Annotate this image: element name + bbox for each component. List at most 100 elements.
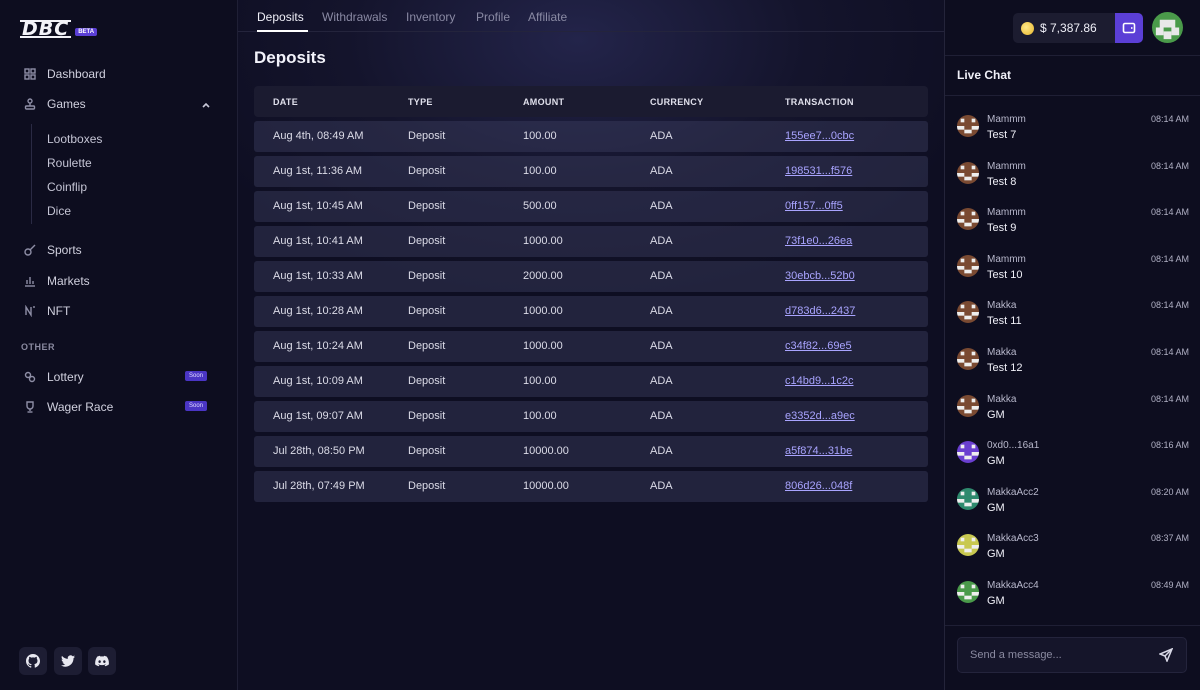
- github-button[interactable]: [19, 647, 47, 675]
- chart-icon: [24, 275, 36, 287]
- chat-message: Mammm 08:14 AM Test 10: [957, 254, 1189, 294]
- transaction-link[interactable]: 198531...f576: [785, 165, 852, 177]
- tab-affiliate[interactable]: Affiliate: [528, 10, 567, 24]
- chat-avatar[interactable]: [957, 581, 979, 603]
- sidebar-item-lottery[interactable]: Lottery: [24, 367, 84, 387]
- chat-username: Mammm: [987, 253, 1026, 265]
- user-avatar[interactable]: [1152, 12, 1183, 43]
- chat-message-input[interactable]: [957, 637, 1187, 673]
- cell-date: Aug 4th, 08:49 AM: [273, 130, 364, 142]
- transaction-link[interactable]: 806d26...048f: [785, 480, 852, 492]
- cell-type: Deposit: [408, 200, 446, 212]
- active-tab-indicator: [257, 30, 308, 32]
- sidebar: DBC BETA Dashboard Games Lootboxes Roule…: [0, 0, 238, 690]
- cell-type: Deposit: [408, 410, 446, 422]
- chat-text: Test 10: [987, 268, 1023, 281]
- chat-text: Test 7: [987, 129, 1017, 141]
- chat-text: Test 12: [987, 362, 1023, 374]
- cell-date: Aug 1st, 10:28 AM: [273, 305, 363, 317]
- cell-amount: 100.00: [523, 165, 557, 177]
- chat-avatar[interactable]: [957, 115, 979, 137]
- transaction-link[interactable]: c14bd9...1c2c: [785, 375, 854, 387]
- chat-text: GM: [987, 548, 1005, 561]
- transaction-link[interactable]: a5f874...31be: [785, 445, 852, 457]
- tab-withdrawals[interactable]: Withdrawals: [322, 10, 387, 24]
- chat-avatar[interactable]: [957, 441, 979, 464]
- table-row: Aug 1st, 11:36 AM Deposit 100.00 ADA 198531.…: [254, 156, 928, 187]
- chat-avatar[interactable]: [957, 208, 979, 231]
- chat-avatar[interactable]: [957, 394, 979, 417]
- chat-message: Makka 08:14 AM GM: [957, 394, 1189, 434]
- sidebar-item-lootboxes[interactable]: Lootboxes: [47, 132, 102, 146]
- column-header-type: TYPE: [408, 97, 433, 107]
- chat-avatar[interactable]: [957, 161, 979, 184]
- sidebar-item-coinflip[interactable]: Coinflip: [47, 180, 87, 194]
- sidebar-item-label: Games: [47, 97, 86, 111]
- chat-message: Makka 08:14 AM Test 11: [957, 300, 1189, 340]
- logo[interactable]: DBC BETA: [20, 18, 98, 40]
- sidebar-item-label: Dashboard: [47, 67, 106, 81]
- sidebar-item-games[interactable]: Games: [24, 94, 86, 114]
- tab-deposits[interactable]: Deposits: [257, 10, 304, 24]
- table-row: Jul 28th, 07:49 PM Deposit 10000.00 ADA 806d…: [254, 471, 928, 502]
- chat-text: Test 8: [987, 175, 1017, 188]
- chat-avatar[interactable]: [957, 254, 979, 277]
- chat-timestamp: 08:14 AM: [1150, 207, 1189, 218]
- cell-date: Aug 1st, 10:33 AM: [273, 270, 363, 282]
- chat-avatar[interactable]: [957, 487, 979, 510]
- wallet-button[interactable]: [1115, 13, 1143, 43]
- github-icon: [26, 654, 40, 668]
- chat-timestamp: 08:37 AM: [1150, 533, 1189, 544]
- sidebar-item-sports[interactable]: Sports: [24, 240, 82, 260]
- sidebar-item-dice[interactable]: Dice: [47, 204, 71, 218]
- nft-icon: [24, 305, 36, 317]
- discord-button[interactable]: [88, 647, 116, 675]
- transaction-link[interactable]: 30ebcb...52b0: [785, 270, 855, 282]
- chat-avatar[interactable]: [957, 534, 979, 557]
- sidebar-item-roulette[interactable]: Roulette: [47, 156, 92, 170]
- chat-text: GM: [987, 408, 1005, 421]
- chevron-up-icon[interactable]: [200, 98, 212, 110]
- chat-message: 0xd0...16a1 08:16 AM GM: [957, 440, 1189, 480]
- cell-amount: 500.00: [523, 200, 557, 212]
- sidebar-item-markets[interactable]: Markets: [24, 271, 90, 291]
- avatar-pattern: [1152, 12, 1183, 43]
- wallet-icon: [1122, 22, 1136, 34]
- transaction-link[interactable]: c34f82...69e5: [785, 340, 852, 352]
- chat-panel: $ 7,387.86 Live Chat Mammm 08:14 AM Test 7…: [944, 0, 1200, 690]
- chat-text: GM: [987, 455, 1005, 468]
- tab-inventory[interactable]: Inventory: [406, 10, 455, 24]
- chat-username: MakkaAcc4: [987, 580, 1039, 591]
- chat-avatar[interactable]: [957, 301, 979, 324]
- balance-display[interactable]: $ 7,387.86: [1013, 13, 1115, 43]
- transaction-link[interactable]: 73f1e0...26ea: [785, 235, 852, 247]
- logo-text: DBC: [20, 18, 72, 40]
- chat-username: Makka: [987, 300, 1017, 312]
- cell-type: Deposit: [408, 235, 446, 247]
- column-header-currency: CURRENCY: [650, 97, 704, 107]
- cell-date: Aug 1st, 09:07 AM: [273, 410, 363, 422]
- sidebar-item-dashboard[interactable]: Dashboard: [24, 64, 106, 84]
- transaction-link[interactable]: 0ff157...0ff5: [785, 200, 843, 212]
- transaction-link[interactable]: d783d6...2437: [785, 305, 855, 317]
- chat-message: Mammm 08:14 AM Test 8: [957, 161, 1189, 201]
- twitter-button[interactable]: [54, 647, 82, 675]
- transaction-link[interactable]: e3352d...a9ec: [785, 410, 855, 422]
- send-icon[interactable]: [1158, 647, 1174, 663]
- tab-profile[interactable]: Profile: [476, 10, 510, 24]
- chat-username: MakkaAcc3: [987, 533, 1039, 545]
- cell-currency: ADA: [650, 410, 673, 422]
- sidebar-item-nft[interactable]: NFT: [24, 301, 70, 321]
- cell-currency: ADA: [650, 340, 673, 352]
- chat-avatar[interactable]: [957, 348, 979, 370]
- cell-amount: 100.00: [523, 375, 557, 387]
- sidebar-item-label: Sports: [47, 243, 82, 257]
- sidebar-item-label: Markets: [47, 274, 90, 288]
- chat-text: Test 11: [987, 315, 1022, 328]
- sidebar-item-label: Lottery: [47, 370, 84, 384]
- cell-type: Deposit: [408, 305, 446, 317]
- transaction-link[interactable]: 155ee7...0cbc: [785, 130, 854, 142]
- cell-type: Deposit: [408, 375, 446, 387]
- sidebar-item-wager-race[interactable]: Wager Race: [24, 397, 113, 417]
- sidebar-item-label: NFT: [47, 304, 71, 318]
